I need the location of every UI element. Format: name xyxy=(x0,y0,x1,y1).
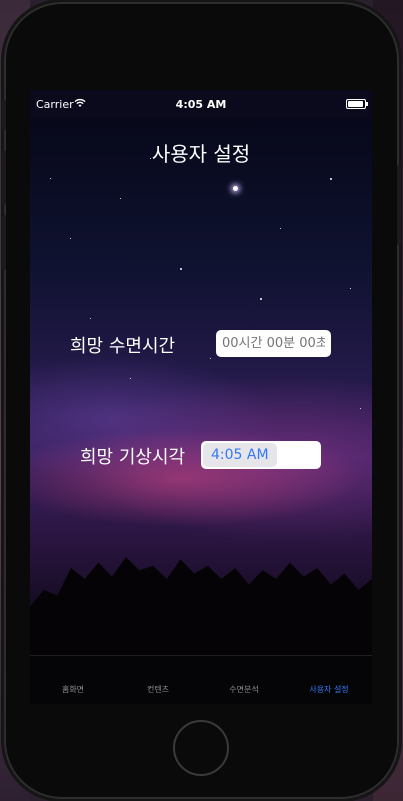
tab-contents[interactable]: 컨텐츠 xyxy=(118,684,198,695)
tab-sleep-analysis[interactable]: 수면분석 xyxy=(204,684,284,695)
tree-silhouette xyxy=(30,557,372,656)
wake-time-label: 희망 기상시각 xyxy=(80,447,186,468)
page-title: 사용자 설정 xyxy=(151,142,251,166)
tab-home[interactable]: 홈화면 xyxy=(33,684,113,695)
home-button[interactable] xyxy=(173,720,229,776)
wake-time-picker[interactable]: 4:05 AM xyxy=(201,441,321,469)
status-bar: Carrier 4:05 AM xyxy=(30,90,372,118)
volume-down-button xyxy=(2,215,6,270)
status-time: 4:05 AM xyxy=(175,98,227,111)
mute-switch xyxy=(2,100,6,130)
tab-user-settings[interactable]: 사용자 설정 xyxy=(289,684,369,695)
power-button xyxy=(397,165,401,245)
volume-up-button xyxy=(2,150,6,205)
night-sky-background xyxy=(30,118,372,704)
battery-icon xyxy=(346,99,368,109)
app-screen: 사용자 설정 희망 수면시간 희망 기상시각 4:05 AM 홈화면 컨텐츠 수… xyxy=(30,90,372,704)
tab-bar: 홈화면 컨텐츠 수면분석 사용자 설정 xyxy=(30,655,372,704)
sleep-duration-label: 희망 수면시간 xyxy=(70,336,176,357)
wake-time-value[interactable]: 4:05 AM xyxy=(203,443,277,467)
sleep-duration-input[interactable] xyxy=(216,330,331,357)
